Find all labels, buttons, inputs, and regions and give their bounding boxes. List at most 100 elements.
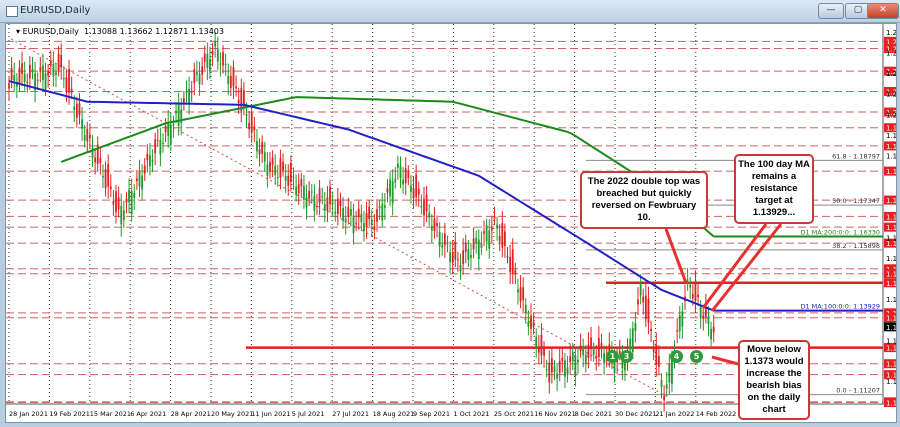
candle-body <box>350 209 352 216</box>
level-price-label: 1.13698 <box>886 315 896 323</box>
close-button[interactable]: ✕ <box>867 3 899 19</box>
candle-body <box>83 134 86 141</box>
candle-body <box>451 252 454 263</box>
candle-body <box>91 147 94 159</box>
candle-body <box>326 197 329 211</box>
candle-body <box>689 284 692 288</box>
candle-body <box>493 215 496 219</box>
candle-body <box>535 336 538 347</box>
candle-body <box>271 157 274 165</box>
candle-body <box>496 224 498 229</box>
candle-body <box>637 299 639 305</box>
candle-body <box>154 138 157 154</box>
candle-body <box>383 205 386 208</box>
candle-body <box>235 86 237 89</box>
candle-body <box>143 165 146 174</box>
level-price-label: 1.10950 <box>886 400 896 408</box>
candle-body <box>624 361 626 371</box>
candle-body <box>219 63 222 65</box>
candle-body <box>237 99 240 104</box>
level-price-label: 1.16634 <box>886 224 896 232</box>
candle-body <box>676 330 679 332</box>
candle-body <box>697 294 699 298</box>
candle-body <box>94 157 97 163</box>
candle-body <box>391 181 394 204</box>
candle-body <box>389 179 391 197</box>
level-price-label: 1.19268 <box>886 143 896 151</box>
candle-body <box>313 195 316 211</box>
candle-body <box>125 198 128 203</box>
candle-body <box>386 188 389 193</box>
candle-body <box>172 124 175 126</box>
candle-body <box>292 177 295 179</box>
candle-body <box>467 248 470 260</box>
candle-body <box>363 223 365 231</box>
candle-body <box>550 357 553 373</box>
candle-body <box>216 48 219 62</box>
candle-body <box>310 191 313 193</box>
candle-body <box>532 321 535 328</box>
candle-body <box>128 189 130 203</box>
candle-body <box>214 41 217 47</box>
candle-body <box>600 343 603 349</box>
date-tick-label: 18 Aug 2021 <box>373 410 415 418</box>
date-tick-label: 15 Mar 2021 <box>90 410 131 418</box>
candle-body <box>211 50 214 55</box>
minimize-button[interactable]: — <box>818 3 844 19</box>
annotation-ma100: The 100 day MA remains a resistance targ… <box>734 154 814 224</box>
candle-body <box>587 344 590 358</box>
annotation-arrow <box>711 355 739 366</box>
candle-body <box>566 367 569 375</box>
marker-3: 3 <box>620 350 633 363</box>
candle-body <box>355 222 358 224</box>
candle-body <box>464 243 467 252</box>
candle-body <box>644 295 647 320</box>
candle-body <box>329 186 331 205</box>
candle-body <box>485 225 488 242</box>
marker-5: 5 <box>690 350 703 363</box>
date-tick-label: 5 Jul 2021 <box>292 410 325 418</box>
candle-body <box>89 134 91 139</box>
candle-body <box>603 353 605 364</box>
level-price-label: 1.16983 <box>886 213 896 221</box>
candle-body <box>44 73 47 90</box>
candle-body <box>130 190 133 215</box>
candle-body <box>425 194 428 212</box>
candle-body <box>209 58 211 72</box>
candle-body <box>524 305 527 314</box>
marker-4: 4 <box>670 350 683 363</box>
candle-body <box>710 328 712 340</box>
price-tick-label: 1.11640 <box>886 378 896 386</box>
candle-body <box>57 53 60 71</box>
candle-body <box>18 67 21 85</box>
date-tick-label: 8 Dec 2021 <box>575 410 612 418</box>
candle-body <box>42 65 44 81</box>
date-tick-label: 11 Jun 2021 <box>251 410 290 418</box>
candle-body <box>232 67 235 87</box>
fib-label: 61.8 - 1.18797 <box>832 152 880 160</box>
candle-body <box>368 206 371 219</box>
candle-body <box>634 322 637 331</box>
candle-body <box>342 208 344 222</box>
candle-body <box>289 162 292 182</box>
candle-body <box>660 379 663 388</box>
candle-body <box>256 141 258 152</box>
candle-body <box>21 63 23 74</box>
candle-body <box>282 161 284 171</box>
candle-body <box>707 316 710 325</box>
candle-body <box>394 178 397 183</box>
candle-body <box>141 175 144 190</box>
candle-body <box>556 373 558 379</box>
candle-body <box>449 252 451 263</box>
candle-body <box>122 210 125 220</box>
price-chart[interactable]: 28 Jan 2021 19 Feb 2021 15 Mar 2021 6 Apr 2… <box>5 23 897 423</box>
candle-body <box>441 245 444 248</box>
candle-body <box>269 162 271 172</box>
fib-label: 0.0 - 1.11207 <box>836 387 880 395</box>
candle-body <box>323 204 326 211</box>
candle-body <box>81 119 83 129</box>
window-title: EURUSD,Daily <box>20 5 91 16</box>
candle-body <box>13 75 16 81</box>
candle-body <box>175 110 177 114</box>
candle-body <box>112 201 115 205</box>
